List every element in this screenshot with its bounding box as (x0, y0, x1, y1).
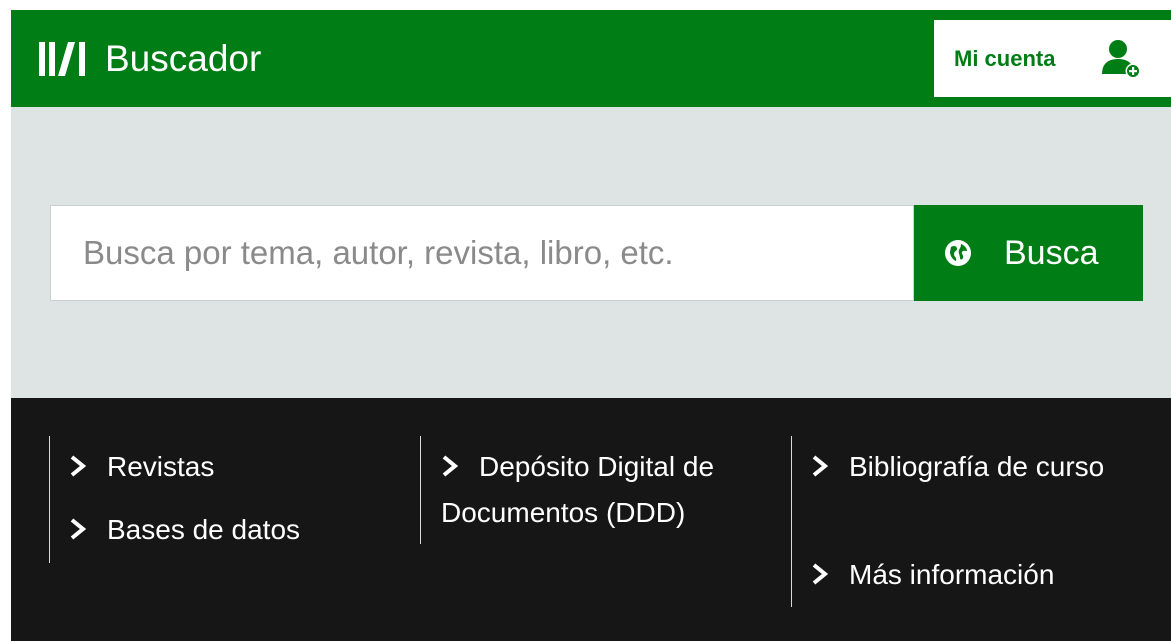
chevron-right-icon (442, 455, 459, 477)
link-bases-de-datos[interactable]: Bases de datos (69, 507, 300, 553)
quick-links-section: Revistas Bases de datos Depósito Digital… (11, 398, 1171, 641)
uab-logo-icon (39, 42, 85, 76)
search-button[interactable]: Busca (914, 205, 1143, 301)
link-deposito-digital-label: Depósito Digital de Documentos (DDD) (441, 451, 715, 528)
link-revistas-label: Revistas (107, 451, 215, 482)
link-bibliografia-de-curso[interactable]: Bibliografía de curso (811, 444, 1131, 490)
header-bar: Buscador Mi cuenta (11, 10, 1171, 107)
search-button-label: Busca (1004, 234, 1099, 272)
app-title: Buscador (105, 38, 262, 79)
links-column-1: Revistas Bases de datos (49, 436, 380, 563)
link-bibliografia-label: Bibliografía de curso (849, 451, 1105, 482)
globe-icon (945, 240, 971, 266)
search-section: Busca (11, 107, 1171, 398)
chevron-right-icon (812, 455, 829, 477)
my-account-label: Mi cuenta (954, 46, 1056, 71)
chevron-right-icon (70, 518, 87, 540)
link-deposito-digital[interactable]: Depósito Digital de Documentos (DDD) (441, 444, 761, 536)
link-bases-de-datos-label: Bases de datos (107, 514, 301, 545)
user-add-icon (1102, 40, 1141, 79)
chevron-right-icon (812, 563, 829, 585)
chevron-right-icon (70, 455, 87, 477)
links-column-2: Depósito Digital de Documentos (DDD) (420, 436, 751, 544)
link-mas-informacion-label: Más información (849, 559, 1055, 590)
link-mas-informacion[interactable]: Más información (811, 552, 1054, 598)
my-account-button[interactable]: Mi cuenta (934, 20, 1171, 97)
logo-link[interactable]: Buscador (39, 36, 261, 82)
search-input[interactable] (50, 205, 914, 301)
page: Buscador Mi cuenta Busca por tema, autor… (11, 10, 1171, 641)
link-revistas[interactable]: Revistas (69, 444, 214, 490)
links-column-3: Bibliografía de curso Más información (791, 436, 1132, 607)
